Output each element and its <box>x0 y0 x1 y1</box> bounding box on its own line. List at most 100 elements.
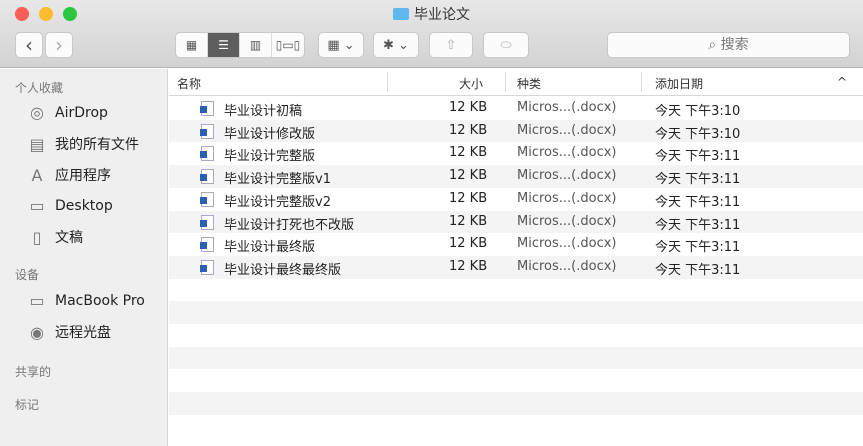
folder-icon <box>393 8 409 20</box>
sort-ascending-icon: ^ <box>837 75 848 89</box>
file-kind: Micros...(.docx) <box>517 145 617 161</box>
word-doc-icon <box>200 191 214 207</box>
search-input[interactable]: ⌕ 搜索 <box>607 32 850 58</box>
share-button[interactable]: ⇧ <box>429 32 473 58</box>
word-doc-icon <box>200 259 214 275</box>
column-kind[interactable]: 种类 <box>517 75 541 92</box>
disc-icon: ◉ <box>30 322 44 342</box>
table-row[interactable]: 毕业设计最终最终版 12 KB Micros...(.docx) 今天 下午3:… <box>169 255 863 279</box>
list-view-icon[interactable]: ☰ <box>208 33 240 57</box>
file-name: 毕业设计最终版 <box>224 240 316 256</box>
sidebar-section-shared[interactable]: 共享的 <box>15 363 51 380</box>
file-size: 12 KB <box>449 100 488 115</box>
sidebar-item-all-files[interactable]: ▤ 我的所有文件 <box>27 134 139 154</box>
file-date: 今天 下午3:11 <box>655 172 741 188</box>
file-date: 今天 下午3:11 <box>655 194 741 210</box>
laptop-icon: ▭ <box>29 291 45 310</box>
sidebar-item-airdrop[interactable]: ◎ AirDrop <box>27 103 108 122</box>
share-icon: ⇧ <box>445 37 457 53</box>
search-icon: ⌕ <box>708 37 721 53</box>
table-row[interactable]: 毕业设计完整版v2 12 KB Micros...(.docx) 今天 下午3:… <box>169 188 863 211</box>
file-size: 12 KB <box>449 145 488 161</box>
column-date[interactable]: 添加日期 <box>655 75 703 92</box>
file-size: 12 KB <box>449 168 488 184</box>
table-row[interactable]: 毕业设计最终版 12 KB Micros...(.docx) 今天 下午3:11 <box>169 233 863 256</box>
tag-icon: ⬭ <box>500 37 512 53</box>
empty-row <box>169 346 863 370</box>
arrange-icon: ▦ ⌄ <box>327 37 355 53</box>
desktop-icon: ▭ <box>29 196 45 215</box>
file-name: 毕业设计完整版v2 <box>224 194 331 210</box>
applications-icon: A <box>31 165 43 185</box>
sidebar-section-favorites: 个人收藏 <box>15 81 64 95</box>
table-row[interactable]: 毕业设计完整版 12 KB Micros...(.docx) 今天 下午3:11 <box>169 142 863 165</box>
column-name[interactable]: 名称 <box>177 75 201 92</box>
tag-button[interactable]: ⬭ <box>483 32 529 58</box>
file-date: 今天 下午3:11 <box>655 240 741 256</box>
file-kind: Micros...(.docx) <box>517 236 617 252</box>
word-doc-icon <box>200 237 214 253</box>
table-row[interactable]: 毕业设计修改版 12 KB Micros...(.docx) 今天 下午3:10 <box>169 119 863 143</box>
table-row[interactable]: 毕业设计打死也不改版 12 KB Micros...(.docx) 今天 下午3… <box>169 210 863 234</box>
toolbar: 毕业论文 ‹ › ▦ ☰ ▥ ▯▭▯ ▦ ⌄ ✱ ⌄ ⇧ ⬭ ⌕ 搜索 <box>0 0 863 68</box>
table-row[interactable]: 毕业设计初稿 12 KB Micros...(.docx) 今天 下午3:10 <box>169 97 863 120</box>
file-name: 毕业设计完整版 <box>224 149 316 165</box>
file-name: 毕业设计初稿 <box>224 104 303 119</box>
empty-row <box>169 415 863 438</box>
rows: 毕业设计初稿 12 KB Micros...(.docx) 今天 下午3:10 … <box>169 97 863 446</box>
file-list: 名称 大小 种类 添加日期 ^ 毕业设计初稿 12 KB Micros...(.… <box>169 69 863 446</box>
sidebar-item-remote-disc[interactable]: ◉ 远程光盘 <box>27 322 111 342</box>
icon-view-icon[interactable]: ▦ <box>176 33 208 57</box>
word-doc-icon <box>200 214 214 230</box>
file-size: 12 KB <box>449 258 488 274</box>
all-files-icon: ▤ <box>29 134 45 154</box>
sidebar-item-macbook[interactable]: ▭ MacBook Pro <box>27 291 144 310</box>
airdrop-icon: ◎ <box>30 103 44 122</box>
file-name: 毕业设计修改版 <box>224 126 316 142</box>
empty-row <box>169 324 863 347</box>
word-doc-icon <box>200 123 214 139</box>
column-size[interactable]: 大小 <box>459 75 483 92</box>
file-name: 毕业设计完整版v1 <box>224 172 331 188</box>
forward-button[interactable]: › <box>45 32 73 58</box>
documents-icon: ▯ <box>32 227 42 247</box>
empty-row <box>169 392 863 415</box>
word-doc-icon <box>200 169 214 185</box>
sidebar-item-desktop[interactable]: ▭ Desktop <box>27 196 112 215</box>
empty-row <box>169 369 863 392</box>
sidebar-item-applications[interactable]: A 应用程序 <box>27 165 111 185</box>
file-date: 今天 下午3:10 <box>655 126 741 142</box>
cover-flow-icon[interactable]: ▯▭▯ <box>272 33 304 57</box>
back-button[interactable]: ‹ <box>15 32 43 58</box>
file-size: 12 KB <box>449 122 488 138</box>
file-date: 今天 下午3:10 <box>655 104 741 119</box>
arrange-button[interactable]: ▦ ⌄ <box>318 32 364 58</box>
file-kind: Micros...(.docx) <box>517 122 617 138</box>
file-size: 12 KB <box>449 213 488 229</box>
word-doc-icon <box>200 146 214 162</box>
file-date: 今天 下午3:11 <box>655 217 741 233</box>
file-kind: Micros...(.docx) <box>517 168 617 184</box>
file-size: 12 KB <box>449 190 488 206</box>
gear-icon: ✱ ⌄ <box>383 37 409 53</box>
sidebar: 个人收藏 ◎ AirDrop ▤ 我的所有文件 A 应用程序 ▭ Desktop ▯ 文稿… <box>0 69 168 446</box>
file-date: 今天 下午3:11 <box>655 149 741 165</box>
column-view-icon[interactable]: ▥ <box>240 33 272 57</box>
sidebar-section-devices: 设备 <box>15 268 40 282</box>
file-kind: Micros...(.docx) <box>517 213 617 229</box>
word-doc-icon <box>200 101 214 116</box>
file-name: 毕业设计打死也不改版 <box>224 217 355 233</box>
empty-row <box>169 279 863 302</box>
window-title: 毕业论文 <box>0 4 863 24</box>
sidebar-section-tags[interactable]: 标记 <box>15 396 39 413</box>
empty-row <box>169 301 863 324</box>
file-name: 毕业设计最终最终版 <box>224 262 342 278</box>
action-button[interactable]: ✱ ⌄ <box>373 32 419 58</box>
view-switcher: ▦ ☰ ▥ ▯▭▯ <box>175 32 305 58</box>
column-header: 名称 大小 种类 添加日期 ^ <box>169 69 863 96</box>
sidebar-item-documents[interactable]: ▯ 文稿 <box>27 227 83 247</box>
file-kind: Micros...(.docx) <box>517 190 617 206</box>
file-date: 今天 下午3:11 <box>655 262 741 278</box>
file-kind: Micros...(.docx) <box>517 258 617 274</box>
table-row[interactable]: 毕业设计完整版v1 12 KB Micros...(.docx) 今天 下午3:… <box>169 165 863 188</box>
